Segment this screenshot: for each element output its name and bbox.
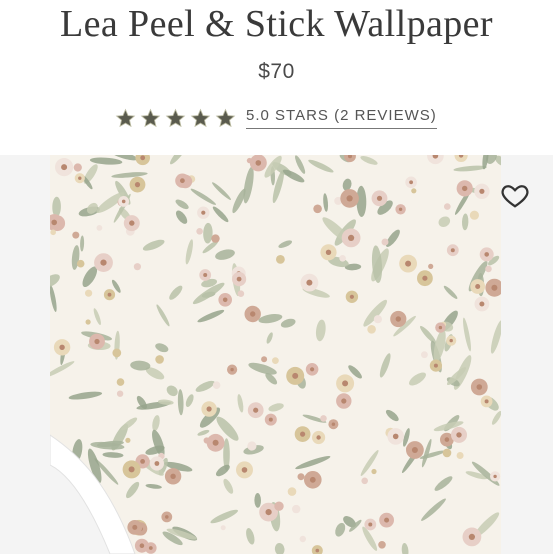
star-icon	[165, 108, 186, 127]
star-icon	[115, 108, 136, 127]
product-title: Lea Peel & Stick Wallpaper	[60, 3, 493, 45]
floral-pattern-image	[50, 155, 501, 554]
heart-icon[interactable]	[500, 180, 530, 210]
reviews-link[interactable]: 5.0 STARS (2 REVIEWS)	[246, 107, 437, 129]
star-icon	[215, 108, 236, 127]
product-gallery	[0, 155, 553, 554]
star-icon	[140, 108, 161, 127]
star-rating	[115, 108, 236, 129]
rating-summary: 5.0 STARS (2 REVIEWS)	[115, 107, 437, 129]
star-icon	[190, 108, 211, 127]
product-image[interactable]	[50, 155, 501, 554]
product-price: $70	[258, 60, 295, 83]
